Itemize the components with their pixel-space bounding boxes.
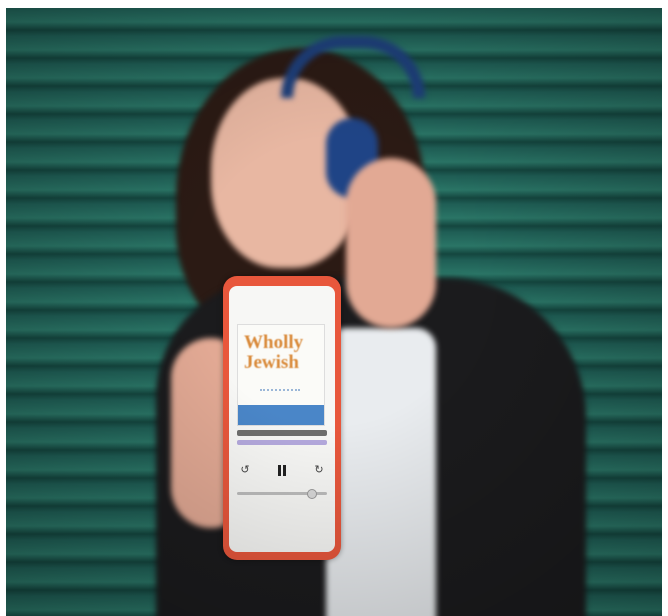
face (211, 78, 361, 268)
phone: Wholly Jewish ↺ ↻ (223, 276, 341, 560)
hair (176, 48, 426, 348)
cover-title: Wholly Jewish (244, 332, 304, 373)
album-cover: Wholly Jewish (237, 324, 325, 426)
headphones-earcup (326, 118, 378, 198)
progress-bar[interactable] (237, 489, 327, 499)
cover-decoration (260, 381, 300, 391)
episode-title-blurred (237, 430, 327, 436)
left-hand (171, 338, 251, 528)
jacket (156, 278, 586, 616)
cover-strip (238, 405, 324, 425)
headphones-band (281, 36, 425, 98)
phone-screen: Wholly Jewish ↺ ↻ (229, 286, 335, 552)
rewind-icon[interactable]: ↺ (239, 464, 251, 476)
progress-knob[interactable] (307, 489, 317, 499)
photo: Wholly Jewish ↺ ↻ (6, 8, 662, 616)
right-hand (346, 158, 436, 328)
shirt (326, 328, 436, 616)
episode-subtitle-blurred (237, 440, 327, 445)
forward-icon[interactable]: ↻ (313, 464, 325, 476)
player-controls: ↺ ↻ (239, 462, 325, 478)
pause-icon[interactable] (278, 464, 286, 476)
